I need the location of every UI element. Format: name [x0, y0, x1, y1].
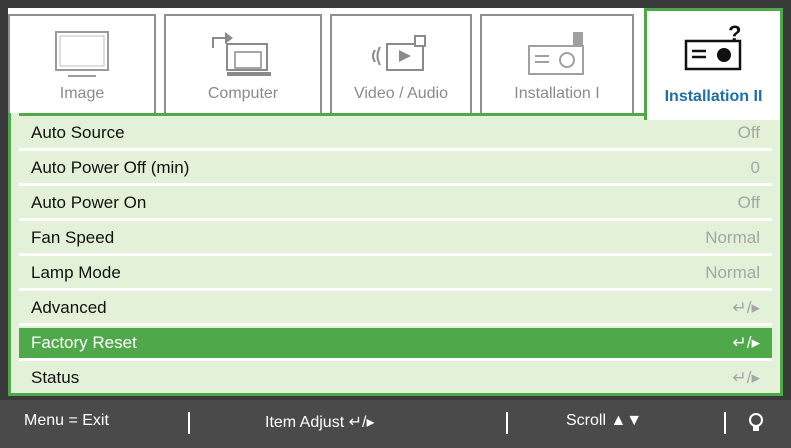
tab-image-label: Image	[59, 85, 105, 102]
tab-video-audio-label: Video / Audio	[353, 85, 448, 102]
svg-text:?: ?	[728, 23, 741, 46]
menu-item-auto-source[interactable]: Auto Source Off	[19, 118, 772, 151]
video-audio-icon	[372, 35, 426, 71]
menu-exit-hint: Menu = Exit	[24, 412, 109, 429]
tab-computer[interactable]: Computer	[164, 14, 322, 113]
item-adjust-hint: Item Adjust ↵/▸	[265, 414, 375, 431]
separator	[506, 412, 508, 434]
tab-computer-label: Computer	[207, 85, 279, 102]
settings-menu: Auto Source Off Auto Power Off (min) 0 A…	[8, 113, 783, 396]
menu-item-lamp-mode[interactable]: Lamp Mode Normal	[19, 258, 772, 291]
menu-item-auto-power-on[interactable]: Auto Power On Off	[19, 188, 772, 221]
menu-item-fan-speed[interactable]: Fan Speed Normal	[19, 223, 772, 256]
menu-item-label: Status	[31, 368, 80, 387]
tab-image[interactable]: Image	[8, 14, 156, 113]
tab-strip: Image Computer Video / Audio Installatio…	[8, 8, 783, 120]
tab-installation-i-label: Installation I	[514, 85, 600, 102]
menu-item-label: Auto Source	[31, 123, 125, 142]
menu-item-value: Off	[737, 123, 760, 142]
hint-bar: Menu = Exit Item Adjust ↵/▸ Scroll ▲▼	[0, 400, 791, 448]
computer-icon	[212, 32, 271, 76]
menu-item-label: Lamp Mode	[31, 263, 121, 282]
menu-item-auto-power-off[interactable]: Auto Power Off (min) 0	[19, 153, 772, 186]
separator	[724, 412, 726, 434]
projector-icon	[528, 32, 584, 75]
menu-item-label: Advanced	[31, 298, 107, 317]
tab-video-audio[interactable]: Video / Audio	[330, 14, 472, 113]
scroll-hint: Scroll ▲▼	[566, 412, 643, 429]
tab-installation-ii[interactable]: ? Installation II	[644, 8, 783, 120]
menu-item-label: Fan Speed	[31, 228, 115, 247]
enter-arrow-icon: ↵/▸	[732, 333, 760, 352]
osd-frame: Image Computer Video / Audio Installatio…	[0, 0, 791, 448]
projector-question-icon: ?	[684, 23, 741, 71]
menu-item-label: Factory Reset	[31, 333, 137, 352]
menu-item-status[interactable]: Status ↵/▸	[19, 363, 772, 396]
lamp-icon	[749, 413, 763, 431]
enter-arrow-icon: ↵/▸	[732, 368, 760, 387]
tab-installation-i[interactable]: Installation I	[480, 14, 634, 113]
menu-item-factory-reset[interactable]: Factory Reset ↵/▸	[19, 328, 772, 361]
menu-item-value: Off	[737, 193, 760, 212]
menu-item-value: Normal	[705, 263, 760, 282]
enter-arrow-icon: ↵/▸	[732, 298, 760, 317]
separator	[188, 412, 190, 434]
tab-installation-ii-label: Installation II	[664, 88, 763, 105]
menu-item-value: 0	[750, 158, 760, 177]
menu-item-label: Auto Power On	[31, 193, 147, 212]
menu-item-label: Auto Power Off (min)	[31, 158, 190, 177]
monitor-icon	[55, 31, 109, 77]
menu-item-value: Normal	[705, 228, 760, 247]
menu-item-advanced[interactable]: Advanced ↵/▸	[19, 293, 772, 326]
